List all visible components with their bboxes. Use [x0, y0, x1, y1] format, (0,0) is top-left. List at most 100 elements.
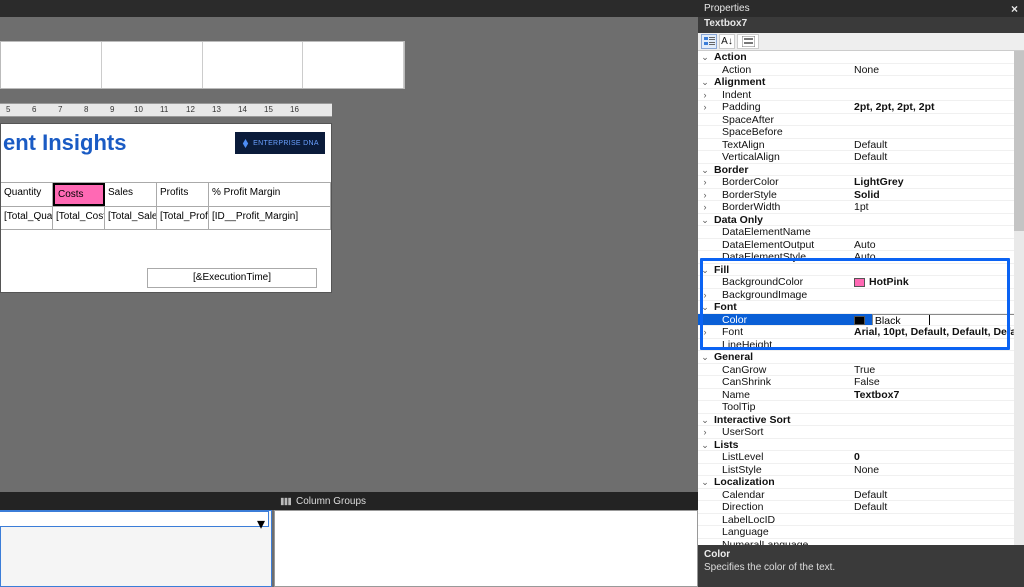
cell-quantity[interactable]: [Total_Quantity] — [1, 207, 53, 229]
prop-language[interactable]: Language — [712, 526, 850, 538]
scrollbar-thumb[interactable] — [1014, 51, 1024, 231]
property-pages-button[interactable] — [737, 34, 759, 49]
expand-icon[interactable]: ⌄ — [698, 476, 712, 488]
val-direction[interactable]: Default — [850, 501, 1024, 513]
col-header-costs-selected[interactable]: Costs — [53, 183, 105, 206]
expand-icon[interactable]: ⌄ — [698, 351, 712, 363]
prop-dataelementstyle[interactable]: DataElementStyle — [712, 251, 850, 263]
prop-dataelementoutput[interactable]: DataElementOutput — [712, 239, 850, 251]
expand-icon[interactable]: › — [698, 289, 712, 301]
group-alignment[interactable]: Alignment — [712, 76, 850, 88]
val-dataelementoutput[interactable]: Auto — [850, 239, 1024, 251]
prop-bordercolor[interactable]: BorderColor — [712, 176, 850, 188]
val-cangrow[interactable]: True — [850, 364, 1024, 376]
column-groups-panel[interactable] — [274, 510, 698, 587]
val-verticalalign[interactable]: Default — [850, 151, 1024, 163]
blank-cell[interactable] — [303, 42, 404, 88]
prop-tooltip[interactable]: ToolTip — [712, 401, 850, 413]
group-lists[interactable]: Lists — [712, 439, 850, 451]
prop-labellocid[interactable]: LabelLocID — [712, 514, 850, 526]
prop-canshrink[interactable]: CanShrink — [712, 376, 850, 388]
expand-icon[interactable]: › — [698, 201, 712, 213]
expand-icon[interactable]: ⌄ — [698, 214, 712, 226]
val-spacebefore[interactable] — [850, 126, 1024, 138]
group-dropdown[interactable]: ▾ — [0, 511, 269, 527]
color-input-text[interactable]: Black — [875, 315, 901, 326]
categorized-button[interactable] — [701, 34, 717, 49]
val-backgroundcolor[interactable]: HotPink — [850, 276, 1024, 288]
val-calendar[interactable]: Default — [850, 489, 1024, 501]
val-dataelementname[interactable] — [850, 226, 1024, 238]
prop-spacebefore[interactable]: SpaceBefore — [712, 126, 850, 138]
cell-costs[interactable]: [Total_Costs] — [53, 207, 105, 229]
group-general[interactable]: General — [712, 351, 850, 363]
val-lineheight[interactable] — [850, 339, 1024, 351]
val-usersort[interactable] — [850, 426, 1024, 438]
prop-font[interactable]: Font — [712, 326, 850, 338]
cell-sales[interactable]: [Total_Sales] — [105, 207, 157, 229]
val-action[interactable]: None — [850, 64, 1024, 76]
execution-time-box[interactable]: [&ExecutionTime] — [147, 268, 317, 288]
expand-icon[interactable]: › — [698, 426, 712, 438]
prop-padding[interactable]: Padding — [712, 101, 850, 113]
group-font[interactable]: Font — [712, 301, 850, 313]
prop-borderwidth[interactable]: BorderWidth — [712, 201, 850, 213]
prop-textalign[interactable]: TextAlign — [712, 139, 850, 151]
col-header-margin[interactable]: % Profit Margin — [209, 183, 331, 206]
val-borderwidth[interactable]: 1pt — [850, 201, 1024, 213]
val-padding[interactable]: 2pt, 2pt, 2pt, 2pt — [850, 101, 1024, 113]
cell-margin[interactable]: [ID__Profit_Margin] — [209, 207, 331, 229]
blank-cell[interactable] — [102, 42, 203, 88]
expand-icon[interactable]: › — [698, 89, 712, 101]
expand-icon[interactable]: › — [698, 326, 712, 338]
prop-verticalalign[interactable]: VerticalAlign — [712, 151, 850, 163]
val-listlevel[interactable]: 0 — [850, 451, 1024, 463]
val-liststyle[interactable]: None — [850, 464, 1024, 476]
col-header-quantity[interactable]: Quantity — [1, 183, 53, 206]
group-fill[interactable]: Fill — [712, 264, 850, 276]
expand-icon[interactable]: ⌄ — [698, 301, 712, 313]
val-font[interactable]: Arial, 10pt, Default, Default, Default — [850, 326, 1024, 338]
expand-icon[interactable]: ⌄ — [698, 164, 712, 176]
group-interactivesort[interactable]: Interactive Sort — [712, 414, 850, 426]
val-tooltip[interactable] — [850, 401, 1024, 413]
expand-icon[interactable]: › — [698, 101, 712, 113]
prop-backgroundcolor[interactable]: BackgroundColor — [712, 276, 850, 288]
prop-spaceafter[interactable]: SpaceAfter — [712, 114, 850, 126]
column-groups-bar[interactable]: Column Groups — [0, 492, 698, 510]
col-header-profits[interactable]: Profits — [157, 183, 209, 206]
blank-cell[interactable] — [203, 42, 304, 88]
blank-cell[interactable] — [1, 42, 102, 88]
val-labellocid[interactable] — [850, 514, 1024, 526]
group-dataonly[interactable]: Data Only — [712, 214, 850, 226]
expand-icon[interactable]: › — [698, 176, 712, 188]
prop-color-row-selected[interactable]: Color Black ⌄ — [698, 314, 1024, 327]
val-language[interactable] — [850, 526, 1024, 538]
report-body[interactable]: ent Insights ENTERPRISE DNA Quantity Cos… — [0, 123, 332, 293]
row-groups-panel[interactable]: ▾ — [0, 510, 272, 587]
prop-direction[interactable]: Direction — [712, 501, 850, 513]
col-header-sales[interactable]: Sales — [105, 183, 157, 206]
expand-icon[interactable]: ⌄ — [698, 264, 712, 276]
alphabetical-button[interactable]: A↓ — [719, 34, 735, 49]
prop-indent[interactable]: Indent — [712, 89, 850, 101]
val-dataelementstyle[interactable]: Auto — [850, 251, 1024, 263]
prop-lineheight[interactable]: LineHeight — [712, 339, 850, 351]
expand-icon[interactable]: ⌄ — [698, 76, 712, 88]
close-icon[interactable]: × — [1011, 2, 1018, 16]
prop-name[interactable]: Name — [712, 389, 850, 401]
prop-cangrow[interactable]: CanGrow — [712, 364, 850, 376]
expand-icon[interactable]: ⌄ — [698, 414, 712, 426]
val-canshrink[interactable]: False — [850, 376, 1024, 388]
val-textalign[interactable]: Default — [850, 139, 1024, 151]
prop-listlevel[interactable]: ListLevel — [712, 451, 850, 463]
properties-grid[interactable]: ⌄Action ActionNone ⌄Alignment ›Indent ›P… — [698, 51, 1024, 545]
val-indent[interactable] — [850, 89, 1024, 101]
val-borderstyle[interactable]: Solid — [850, 189, 1024, 201]
expand-icon[interactable]: ⌄ — [698, 51, 712, 63]
val-color-editor[interactable]: Black ⌄ — [850, 314, 1024, 326]
prop-action[interactable]: Action — [712, 64, 850, 76]
val-spaceafter[interactable] — [850, 114, 1024, 126]
prop-color[interactable]: Color — [712, 314, 850, 326]
prop-borderstyle[interactable]: BorderStyle — [712, 189, 850, 201]
